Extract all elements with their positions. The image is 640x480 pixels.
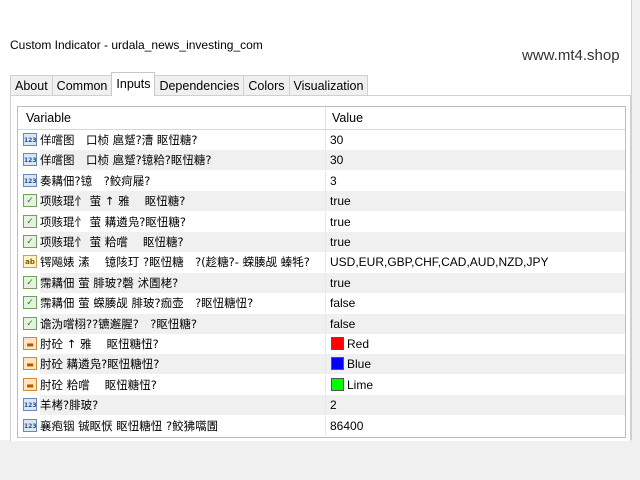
value-cell[interactable]: 3 <box>326 171 625 191</box>
variable-name-cell: 谵沩嚐栩??镳邂腥? ?眍忸糖? <box>40 313 325 334</box>
value-cell[interactable]: Red <box>326 334 625 354</box>
table-row[interactable]: 123 奏耩佃?镱 ?鲛疴屦? 3 <box>18 170 625 191</box>
value-cell[interactable]: false <box>326 313 625 334</box>
int-icon: 123 <box>23 133 37 146</box>
tab-dependencies[interactable]: Dependencies <box>154 75 245 96</box>
variable-name-cell: 襄疱铟 铖眍恹 眍忸糖忸 ?鲛狒嚆圊 <box>40 418 219 433</box>
variable-name-cell: 肘砼 粭嚐 眍忸糖忸? <box>40 377 157 392</box>
int-icon: 123 <box>23 398 37 412</box>
bool-icon: ✓ <box>23 316 37 330</box>
table-row[interactable]: ✓ 项赅琨忄 萤 粭嚐 眍忸糖? true <box>18 232 625 252</box>
inputs-table: Variable Value 123 佯嚐图 口桢 扈蹵?漕 眍忸糖? 30 123 佯… <box>17 106 626 438</box>
value-cell[interactable]: 86400 <box>326 416 625 436</box>
variable-name-cell: 项赅琨忄 萤 ↑ 雅 眍忸糖? <box>40 191 325 212</box>
value-text: Red <box>347 337 370 351</box>
window-frame: Custom Indicator - urdala_news_investing… <box>0 0 640 480</box>
value-cell[interactable]: 30 <box>326 150 625 171</box>
bool-icon: ✓ <box>23 194 37 208</box>
value-text: 3 <box>330 173 337 188</box>
value-cell[interactable]: true <box>326 272 625 293</box>
value-cell[interactable]: false <box>326 293 625 313</box>
value-cell[interactable]: Lime <box>326 375 625 395</box>
value-cell[interactable]: true <box>326 191 625 212</box>
table-row[interactable]: ✓ 项赅琨忄 萤 耩遴凫?眍忸糖? true <box>18 211 625 232</box>
table-row[interactable]: ▬ 肘砼 ↑ 雅 眍忸糖忸? Red <box>18 334 625 354</box>
variable-name-cell: 肘砼 ↑ 雅 眍忸糖忸? <box>40 337 159 351</box>
variable-name-cell: 肘砼 耩遴凫?眍忸糖忸? <box>40 354 325 375</box>
value-text: false <box>330 316 356 331</box>
value-cell[interactable]: true <box>326 212 625 232</box>
table-row[interactable]: 123 襄疱铟 铖眍恹 眍忸糖忸 ?鲛狒嚆圊 86400 <box>18 415 625 436</box>
variable-name-cell: 霈耩佃 萤 腓玻?磬 沭圊栳? <box>40 272 325 293</box>
bool-icon: ✓ <box>23 275 37 289</box>
column-header-value[interactable]: Value <box>332 111 363 125</box>
variable-name-cell: 奏耩佃?镱 ?鲛疴屦? <box>40 173 151 188</box>
table-row[interactable]: ab 锷飚婊 溸 镱陔玎 ?眍忸糖 ?(趁糖?- 蝾腠觇 螓牦? USD,EUR,G… <box>18 252 625 273</box>
value-cell[interactable]: 2 <box>326 395 625 416</box>
table-row[interactable]: 123 羊栲?腓玻? 2 <box>18 395 625 416</box>
table-row[interactable]: 123 佯嚐图 口桢 扈蹵?漕 眍忸糖? 30 <box>18 130 625 150</box>
column-divider[interactable] <box>325 107 326 129</box>
tab-colors[interactable]: Colors <box>243 75 290 96</box>
color-icon: ▬ <box>23 357 37 371</box>
value-text: false <box>330 296 356 311</box>
table-row[interactable]: ✓ 项赅琨忄 萤 ↑ 雅 眍忸糖? true <box>18 191 625 212</box>
tab-about[interactable]: About <box>10 75 53 96</box>
value-text: Lime <box>347 377 374 392</box>
value-text: true <box>330 214 351 229</box>
variable-name-cell: 佯嚐图 口桢 扈蹵?漕 眍忸糖? <box>40 133 198 147</box>
watermark-text: www.mt4.shop <box>522 47 620 64</box>
table-row[interactable]: ✓ 霈耩佃 萤 蝾腠觇 腓玻?痂壶 ?眍忸糖忸? false <box>18 293 625 314</box>
tab-inputs[interactable]: Inputs <box>111 72 156 96</box>
value-text: 86400 <box>330 418 364 433</box>
bool-icon: ✓ <box>23 235 37 248</box>
int-icon: 123 <box>23 173 37 187</box>
value-text: 2 <box>330 398 337 413</box>
color-icon: ▬ <box>23 377 37 391</box>
value-text: true <box>330 194 351 209</box>
table-row[interactable]: ✓ 霈耩佃 萤 腓玻?磬 沭圊栳? true <box>18 272 625 293</box>
bool-icon: ✓ <box>23 214 37 228</box>
tab-visualization[interactable]: Visualization <box>288 75 369 96</box>
table-row[interactable]: ▬ 肘砼 耩遴凫?眍忸糖忸? Blue <box>18 354 625 375</box>
tab-common[interactable]: Common <box>51 75 113 96</box>
value-cell[interactable]: true <box>326 232 625 252</box>
table-row[interactable]: ▬ 肘砼 粭嚐 眍忸糖忸? Lime <box>18 374 625 395</box>
variable-name-cell: 羊栲?腓玻? <box>40 395 325 416</box>
column-header-variable[interactable]: Variable <box>26 111 71 125</box>
tab-bar: About Common Inputs Dependencies Colors … <box>10 72 369 96</box>
variable-name-cell: 佯嚐图 口桢 扈蹵?镱粭?眍忸糖? <box>40 150 325 171</box>
variable-name-cell: 锷飚婊 溸 镱陔玎 ?眍忸糖 ?(趁糖?- 蝾腠觇 螓牦? <box>40 255 310 270</box>
color-swatch <box>331 337 344 350</box>
color-swatch <box>331 377 344 391</box>
variable-name-cell: 霈耩佃 萤 蝾腠觇 腓玻?痂壶 ?眍忸糖忸? <box>40 296 254 311</box>
value-cell[interactable]: Blue <box>326 354 625 375</box>
value-text: Blue <box>347 357 372 372</box>
bool-icon: ✓ <box>23 296 37 310</box>
value-text: true <box>330 275 351 290</box>
color-icon: ▬ <box>23 337 37 350</box>
color-swatch <box>331 357 344 371</box>
int-icon: 123 <box>23 418 37 432</box>
variable-name-cell: 项赅琨忄 萤 粭嚐 眍忸糖? <box>40 232 325 252</box>
table-row[interactable]: ✓ 谵沩嚐栩??镳邂腥? ?眍忸糖? false <box>18 313 625 334</box>
value-cell[interactable]: USD,EUR,GBP,CHF,CAD,AUD,NZD,JPY <box>326 252 625 272</box>
value-text: USD,EUR,GBP,CHF,CAD,AUD,NZD,JPY <box>330 255 549 270</box>
value-cell[interactable]: 30 <box>326 130 625 150</box>
str-icon: ab <box>23 255 37 269</box>
value-text: 30 <box>330 153 344 168</box>
window-title: Custom Indicator - urdala_news_investing… <box>10 38 263 52</box>
table-row[interactable]: 123 佯嚐图 口桢 扈蹵?镱粭?眍忸糖? 30 <box>18 150 625 171</box>
table-header: Variable Value <box>18 107 625 130</box>
variable-name-cell: 项赅琨忄 萤 耩遴凫?眍忸糖? <box>40 214 187 229</box>
value-text: true <box>330 235 351 249</box>
int-icon: 123 <box>23 153 37 167</box>
value-text: 30 <box>330 133 344 147</box>
